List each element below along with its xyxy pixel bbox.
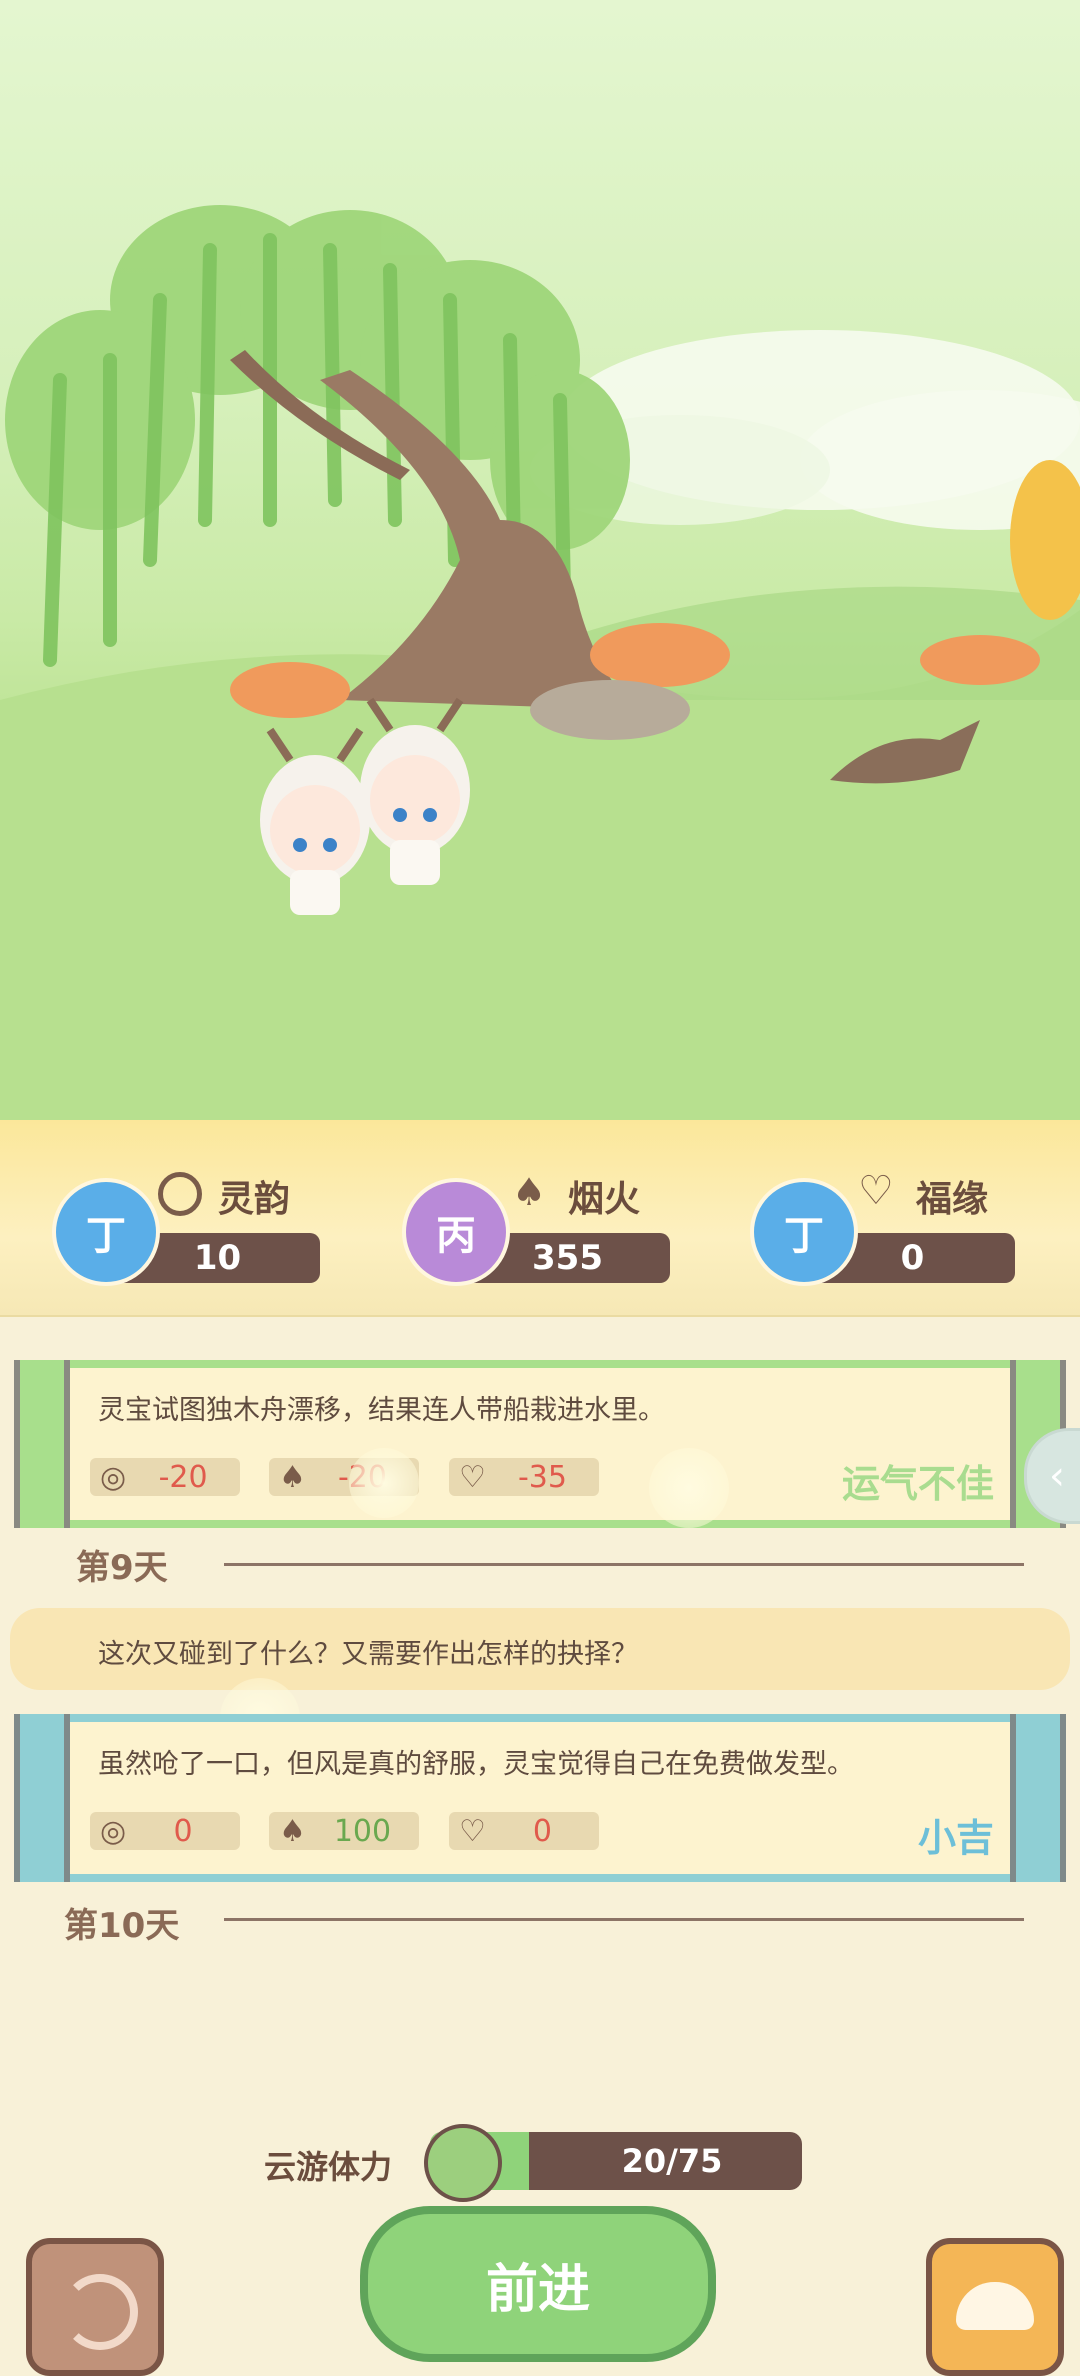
day-9-divider [224, 1563, 1024, 1566]
turtle-button[interactable] [926, 2238, 1064, 2376]
event-2-yanhuo-pill: ♠ 100 [269, 1812, 419, 1850]
rotate-icon [62, 2274, 138, 2350]
game-scene [0, 0, 1080, 1125]
event-1-text: 灵宝试图独木舟漂移，结果连人带船栽进水里。 [98, 1395, 665, 1426]
mushroom-icon: ♠ [279, 1813, 306, 1849]
scroll-roller-left [14, 1714, 70, 1882]
spiral-icon [158, 1172, 202, 1216]
event-card-1: 灵宝试图独木舟漂移，结果连人带船栽进水里。 ◎ -20 ♠ -20 ♡ -35 … [14, 1360, 1066, 1528]
event-2-lingyun-pill: ◎ 0 [90, 1812, 240, 1850]
event-1-fuyuan-pill: ♡ -35 [449, 1458, 599, 1496]
sparkle-icon [349, 1448, 419, 1518]
stat-fuyuan-coin: 丁 [750, 1178, 858, 1286]
spiral-icon: ◎ [100, 1459, 127, 1495]
prompt-bar: 这次又碰到了什么？又需要作出怎样的抉择？ [10, 1608, 1070, 1690]
event-2-yanhuo-value: 100 [333, 1813, 392, 1849]
stat-lingyun-coin: 丁 [52, 1178, 160, 1286]
event-2-fuyuan-value: 0 [532, 1813, 552, 1849]
event-1-fuyuan-value: -35 [517, 1459, 567, 1495]
event-1-result: 运气不佳 [841, 1462, 994, 1506]
event-2-result: 小吉 [917, 1816, 994, 1860]
mushroom-icon: ♠ [512, 1170, 547, 1214]
event-1-lingyun-value: -20 [158, 1459, 208, 1495]
stat-yanhuo-label: 烟火 [568, 1179, 641, 1220]
stat-lingyun-label: 灵韵 [218, 1179, 291, 1220]
event-2-lingyun-value: 0 [173, 1813, 193, 1849]
turtle-icon [956, 2282, 1034, 2330]
scroll-roller-right [1010, 1714, 1066, 1882]
event-2-fuyuan-pill: ♡ 0 [449, 1812, 599, 1850]
heart-knot-icon: ♡ [459, 1459, 486, 1495]
stat-yanhuo-coin: 丙 [402, 1178, 510, 1286]
day-9-label: 第9天 [76, 1548, 168, 1588]
chevron-left-icon: ‹ [1049, 1453, 1065, 1499]
back-button[interactable] [26, 2238, 164, 2376]
leaf-icon [424, 2124, 502, 2202]
event-log[interactable]: 灵宝试图独木舟漂移，结果连人带船栽进水里。 ◎ -20 ♠ -20 ♡ -35 … [0, 1318, 1080, 2376]
sparkle-icon [649, 1448, 729, 1528]
advance-button-label: 前进 [485, 2259, 590, 2320]
mushroom-icon: ♠ [279, 1459, 306, 1495]
event-1-lingyun-pill: ◎ -20 [90, 1458, 240, 1496]
event-2-text: 虽然呛了一口，但风是真的舒服，灵宝觉得自己在免费做发型。 [98, 1749, 854, 1780]
event-card-2: 虽然呛了一口，但风是真的舒服，灵宝觉得自己在免费做发型。 ◎ 0 ♠ 100 ♡… [14, 1714, 1066, 1882]
stats-panel: 10 丁 灵韵 355 丙 ♠ 烟火 0 丁 ♡ 福缘 [0, 1120, 1080, 1317]
heart-knot-icon: ♡ [459, 1813, 486, 1849]
spiral-icon: ◎ [100, 1813, 127, 1849]
stat-fuyuan-label: 福缘 [916, 1179, 989, 1220]
day-10-divider [224, 1918, 1024, 1921]
prompt-text: 这次又碰到了什么？又需要作出怎样的抉择？ [98, 1639, 638, 1670]
heart-knot-icon: ♡ [858, 1168, 894, 1214]
scene-illustration [0, 205, 1080, 1125]
advance-button[interactable]: 前进 [360, 2206, 716, 2362]
stamina-value: 20/75 [621, 2142, 723, 2180]
scroll-roller-left [14, 1360, 70, 1528]
stamina-label: 云游体力 [264, 2148, 393, 2186]
day-10-label: 第10天 [64, 1906, 180, 1946]
